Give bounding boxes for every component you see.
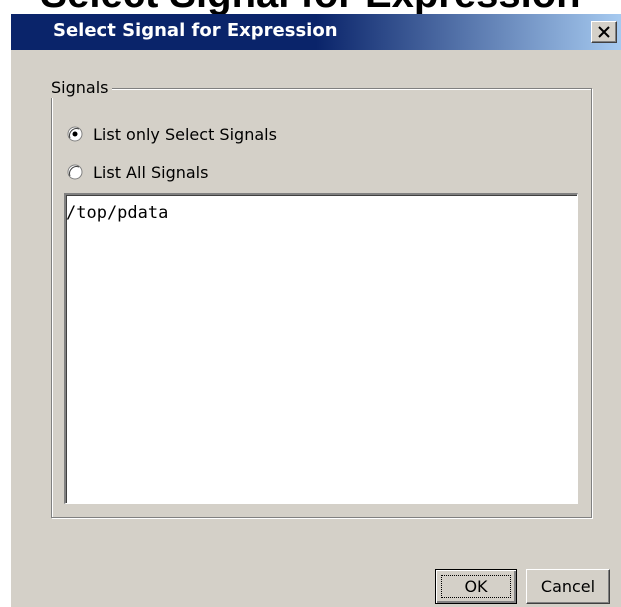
radio-label: List All Signals [93,162,209,182]
select-signal-dialog: Select Signal for Expression Signals Lis… [11,14,621,607]
radio-list-all-signals[interactable]: List All Signals [67,160,208,184]
cancel-button[interactable]: Cancel [526,569,610,604]
radio-label: List only Select Signals [93,124,277,144]
signal-listbox[interactable]: /top/pdata [64,193,578,504]
close-button[interactable] [591,21,617,43]
signals-group-legend: Signals [47,78,113,98]
window-title: Select Signal for Expression [53,20,338,41]
radio-unselected-icon[interactable] [67,164,83,180]
ok-button[interactable]: OK [435,569,517,604]
title-bar[interactable]: Select Signal for Expression [11,14,621,50]
screenshot-stage: Select Signal for Expression Select Sign… [0,0,621,607]
close-x-icon [598,26,610,38]
list-item[interactable]: /top/pdata [66,203,168,223]
ok-button-label: OK [464,577,488,596]
radio-selected-icon[interactable] [67,126,83,142]
page-caption: Select Signal for Expression [0,0,621,14]
radio-list-only-select-signals[interactable]: List only Select Signals [67,122,277,146]
